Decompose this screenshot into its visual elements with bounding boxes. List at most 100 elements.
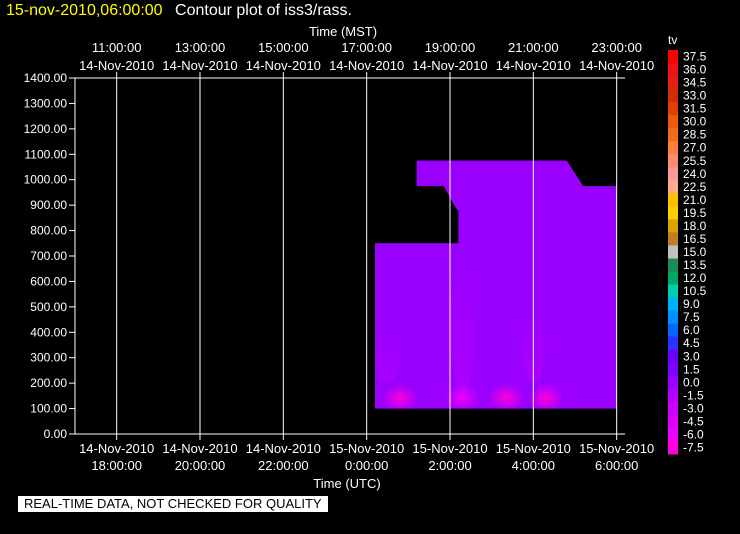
colorbar-tick-label: 7.5 <box>683 310 700 324</box>
colorbar-tick-label: 9.0 <box>683 297 700 311</box>
y-tick-label: 1300.00 <box>24 96 68 110</box>
colorbar-swatch <box>668 297 678 312</box>
colorbar-swatch <box>668 89 678 103</box>
colorbar-swatch <box>668 336 678 351</box>
x-top-tick-date: 14-Nov-2010 <box>412 58 487 73</box>
x-bottom-tick-time: 4:00:00 <box>512 458 555 473</box>
y-tick-label: 700.00 <box>30 249 67 263</box>
x-top-tick-date: 14-Nov-2010 <box>246 58 321 73</box>
colorbar-swatch <box>668 375 678 390</box>
x-top-tick-time: 17:00:00 <box>341 40 392 55</box>
x-top-tick-date: 14-Nov-2010 <box>329 58 404 73</box>
colorbar-swatch <box>668 310 678 325</box>
colorbar-tick-label: 6.0 <box>683 323 700 337</box>
x-bottom-tick-date: 14-Nov-2010 <box>246 441 321 456</box>
x-bottom-tick-date: 15-Nov-2010 <box>579 441 654 456</box>
colorbar-swatch <box>668 180 678 194</box>
y-tick-label: 300.00 <box>30 351 67 365</box>
x-top-tick-time: 23:00:00 <box>591 40 642 55</box>
cool-streak <box>375 332 400 384</box>
y-tick-label: 500.00 <box>30 300 67 314</box>
colorbar-tick-label: 28.5 <box>683 128 707 142</box>
x-bottom-tick-date: 15-Nov-2010 <box>412 441 487 456</box>
colorbar-swatch <box>668 193 678 207</box>
x-top-tick-time: 13:00:00 <box>175 40 226 55</box>
x-top-tick-date: 14-Nov-2010 <box>79 58 154 73</box>
y-tick-label: 600.00 <box>30 274 67 288</box>
colorbar-swatch <box>668 167 678 181</box>
y-tick-label: 900.00 <box>30 198 67 212</box>
x-top-tick-time: 15:00:00 <box>258 40 309 55</box>
colorbar-tick-label: 24.0 <box>683 167 707 181</box>
y-tick-label: 1100.00 <box>25 147 68 161</box>
colorbar-swatch <box>668 102 678 116</box>
colorbar-tick-label: 33.0 <box>683 89 707 103</box>
x-bottom-tick-date: 14-Nov-2010 <box>79 441 154 456</box>
colorbar-swatch <box>668 401 678 416</box>
quality-notice: REAL-TIME DATA, NOT CHECKED FOR QUALITY <box>18 496 328 512</box>
x-bottom-tick-time: 0:00:00 <box>345 458 388 473</box>
colorbar-tick-label: 18.0 <box>683 219 707 233</box>
x-bottom-tick-time: 18:00:00 <box>91 458 142 473</box>
y-tick-label: 0.00 <box>44 427 68 441</box>
colorbar-tick-label: 3.0 <box>683 349 700 363</box>
colorbar-swatch <box>668 323 678 338</box>
x-top-tick-time: 19:00:00 <box>425 40 476 55</box>
colorbar-tick-label: 19.5 <box>683 206 707 220</box>
y-tick-label: 1400.00 <box>24 71 68 85</box>
colorbar-tick-label: 4.5 <box>683 336 700 350</box>
colorbar-swatch <box>668 50 678 64</box>
colorbar-tick-label: 12.0 <box>683 271 707 285</box>
x-bottom-tick-time: 22:00:00 <box>258 458 309 473</box>
colorbar-tick-label: 16.5 <box>683 232 707 246</box>
colorbar: 37.536.034.533.031.530.028.527.025.524.0… <box>668 50 707 455</box>
colorbar-tick-label: 21.0 <box>683 193 707 207</box>
colorbar-tick-label: 34.5 <box>683 76 707 90</box>
colorbar-tick-label: 10.5 <box>683 284 707 298</box>
y-tick-label: 100.00 <box>30 402 67 416</box>
x-bottom-tick-date: 14-Nov-2010 <box>162 441 237 456</box>
colorbar-swatch <box>668 219 678 233</box>
colorbar-tick-label: 36.0 <box>683 63 707 77</box>
colorbar-swatch <box>668 63 678 77</box>
y-tick-label: 400.00 <box>30 325 67 339</box>
x-top-tick-time: 21:00:00 <box>508 40 559 55</box>
y-tick-labels: 0.00 100.00 200.00 300.00 400.00 500.00 600.00… <box>24 71 75 441</box>
y-tick-label: 200.00 <box>30 376 67 390</box>
colorbar-swatch <box>668 258 678 273</box>
colorbar-tick-label: 27.0 <box>683 141 707 155</box>
colorbar-swatch <box>668 271 678 286</box>
colorbar-tick-label: 1.5 <box>683 362 700 376</box>
colorbar-swatch <box>668 232 678 246</box>
colorbar-swatch <box>668 245 678 260</box>
x-bottom-tick-time: 20:00:00 <box>175 458 226 473</box>
colorbar-swatch <box>668 440 678 455</box>
colorbar-tick-label: -3.0 <box>683 401 704 415</box>
colorbar-tick-label: -6.0 <box>683 427 704 441</box>
x-top-tick-time: 11:00:00 <box>92 40 142 55</box>
x-top-axis-label: Time (MST) <box>309 24 377 39</box>
colorbar-swatch <box>668 154 678 168</box>
colorbar-tick-label: -7.5 <box>683 440 704 454</box>
x-bottom-axis-label: Time (UTC) <box>313 476 380 491</box>
colorbar-swatch <box>668 349 678 364</box>
x-bottom-tick-time: 6:00:00 <box>595 458 638 473</box>
colorbar-swatch <box>668 414 678 429</box>
x-top-tick-date: 14-Nov-2010 <box>162 58 237 73</box>
cool-streak <box>450 255 475 396</box>
x-bottom-tick-date: 15-Nov-2010 <box>329 441 404 456</box>
y-tick-label: 1200.00 <box>24 122 68 136</box>
colorbar-tick-label: -4.5 <box>683 414 704 428</box>
colorbar-swatch <box>668 141 678 155</box>
colorbar-swatch <box>668 115 678 129</box>
colorbar-tick-label: 15.0 <box>683 245 707 259</box>
colorbar-tick-label: -1.5 <box>683 388 704 402</box>
x-top-tick-date: 14-Nov-2010 <box>579 58 654 73</box>
x-top-tick-labels: 11:00:00 14-Nov-2010 13:00:00 14-Nov-2010 15… <box>79 40 654 73</box>
hot-spot <box>382 383 418 409</box>
colorbar-swatch <box>668 427 678 442</box>
x-bottom-tick-labels: 14-Nov-2010 18:00:00 14-Nov-2010 20:00:00 14… <box>79 441 654 473</box>
colorbar-swatch <box>668 76 678 90</box>
colorbar-tick-label: 13.5 <box>683 258 707 272</box>
colorbar-swatch <box>668 128 678 142</box>
